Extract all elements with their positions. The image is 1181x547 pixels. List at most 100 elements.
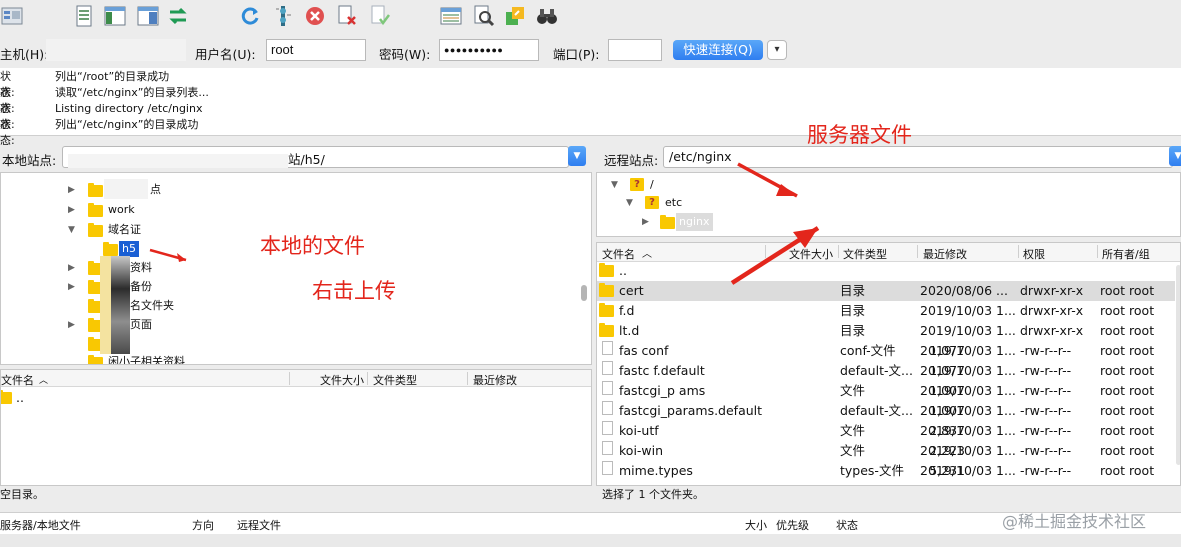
expand-arrow-icon[interactable]: ▶ [68, 181, 75, 199]
file-row[interactable]: mime.types 5,231 types-文件 2019/10/03 1... -r… [597, 461, 1175, 481]
expand-arrow-icon[interactable]: ▶ [68, 259, 75, 277]
file-row[interactable]: f.d 目录 2019/10/03 1... drwxr-xr-x root root [597, 301, 1175, 321]
remote-path-field[interactable]: /etc/nginx [663, 146, 1173, 168]
transfer-queue-icon[interactable] [166, 4, 190, 28]
expand-arrow-icon[interactable]: ▶ [68, 316, 75, 334]
column-header-permissions[interactable]: 权限 [1023, 246, 1045, 262]
column-header-type[interactable]: 文件类型 [373, 372, 417, 388]
port-field[interactable] [608, 39, 662, 61]
collapse-arrow-icon[interactable]: ▼ [611, 176, 618, 194]
tree-item-label: / [650, 178, 654, 191]
host-field[interactable] [46, 39, 186, 61]
local-list-header: 文件名 ︿ 文件大小 文件类型 最近修改 [1, 370, 591, 387]
folder-icon [599, 283, 614, 297]
filter-icon[interactable] [271, 4, 295, 28]
log-message: 列出“/root”的目录成功 [55, 70, 170, 83]
file-modified: 2019/10/03 1... [920, 303, 1016, 318]
username-field[interactable]: root [266, 39, 366, 61]
tree-item[interactable]: ▼ ? etc [597, 194, 797, 212]
tree-item[interactable]: ▶ 点 [1, 181, 201, 199]
tree-item-selected[interactable]: ▶ nginx [597, 213, 797, 231]
remote-path-dropdown[interactable]: ▼ [1169, 146, 1181, 166]
quickconnect-button[interactable]: 快速连接(Q) [673, 40, 763, 60]
local-tree-icon[interactable] [103, 4, 127, 28]
disconnect-icon[interactable] [335, 4, 359, 28]
local-path-field[interactable]: 站/h5/ [62, 146, 569, 168]
queue-column-size[interactable]: 大小 [745, 517, 767, 533]
local-file-list: 文件名 ︿ 文件大小 文件类型 最近修改 .. [0, 369, 592, 486]
file-row[interactable]: lt.d 目录 2019/10/03 1... drwxr-xr-x root root [597, 321, 1175, 341]
directory-listing-icon[interactable] [439, 4, 463, 28]
tree-item-label: h5 [119, 241, 139, 257]
expand-arrow-icon[interactable]: ▶ [642, 213, 649, 231]
file-row[interactable]: .. [597, 261, 1175, 281]
tree-item[interactable]: ▼ 域名证 [1, 221, 201, 239]
log-message: Listing directory /etc/nginx [55, 102, 203, 115]
tree-item-label: nginx [676, 213, 713, 231]
file-row[interactable]: koi-win 2,223 文件 2019/10/03 1... -rw-r--r-- r… [597, 441, 1175, 461]
tree-item-label: etc [665, 196, 683, 209]
site-manager-icon[interactable] [0, 4, 24, 28]
search-icon[interactable] [535, 4, 559, 28]
column-header-modified[interactable]: 最近修改 [923, 246, 967, 262]
tree-item[interactable]: ▼ ? / [597, 176, 797, 194]
expand-arrow-icon[interactable]: ▶ [68, 201, 75, 219]
remote-list-header: 文件名 ︿ 文件大小 文件类型 最近修改 权限 所有者/组 [597, 243, 1180, 262]
message-log-icon[interactable] [72, 4, 96, 28]
file-row[interactable]: fastcgi_p ams 1,007 文件 2019/10/03 1... -rw-r… [597, 381, 1175, 401]
column-header-type[interactable]: 文件类型 [843, 246, 887, 262]
file-row[interactable]: fastc f.default 1,077 default-文... 2019/10/… [597, 361, 1175, 381]
file-modified: 2019/10/03 1... [920, 463, 1016, 478]
cancel-icon[interactable] [303, 4, 327, 28]
tree-scrollbar[interactable] [581, 285, 587, 301]
compare-icon[interactable] [472, 4, 496, 28]
expand-arrow-icon[interactable]: ▶ [68, 278, 75, 296]
file-modified: 2020/08/06 ... [920, 283, 1008, 298]
file-row[interactable]: .. [1, 388, 591, 408]
quickconnect-history-button[interactable]: ▾ [767, 40, 787, 60]
queue-column-direction[interactable]: 方向 [192, 517, 214, 533]
queue-column-priority[interactable]: 优先级 [776, 517, 809, 533]
file-row[interactable]: fas conf 1,077 conf-文件 2019/10/03 1... -rw-r… [597, 341, 1175, 361]
file-type: 目录 [840, 283, 866, 298]
tree-item-label: 页面 [130, 318, 152, 331]
file-modified: 2019/10/03 1... [920, 383, 1016, 398]
queue-column-status[interactable]: 状态 [836, 517, 858, 533]
remote-tree-icon[interactable] [136, 4, 160, 28]
local-path-dropdown[interactable]: ▼ [568, 146, 586, 166]
folder-icon [88, 355, 103, 364]
file-name: lt.d [619, 323, 640, 338]
local-path-text: 站/h5/ [288, 152, 325, 167]
file-icon [602, 401, 613, 415]
refresh-icon[interactable] [238, 4, 262, 28]
reconnect-icon[interactable] [368, 4, 392, 28]
file-owner: root root [1100, 323, 1155, 338]
file-row[interactable]: fastcgi_params.default 1,007 default-文... 2… [597, 401, 1175, 421]
file-row[interactable]: cert 目录 2020/08/06 ... drwxr-xr-x root root [597, 281, 1175, 301]
folder-icon [599, 303, 614, 317]
column-header-name[interactable]: 文件名 [1, 372, 34, 388]
collapse-arrow-icon[interactable]: ▼ [626, 194, 633, 212]
sync-browse-icon[interactable] [503, 4, 527, 28]
file-type: 目录 [840, 303, 866, 318]
password-field[interactable]: ●●●●●●●●●● [439, 39, 539, 61]
port-label: 端口(P): [553, 47, 600, 62]
column-header-name[interactable]: 文件名 [602, 246, 635, 262]
remote-site-label: 远程站点: [604, 153, 659, 168]
column-header-size[interactable]: 文件大小 [320, 372, 364, 388]
column-header-size[interactable]: 文件大小 [789, 246, 833, 262]
file-name: koi-win [619, 443, 664, 458]
queue-column-remote[interactable]: 远程文件 [237, 517, 281, 533]
file-owner: root root [1100, 403, 1155, 418]
file-owner: root root [1100, 383, 1155, 398]
file-row[interactable]: koi-utf 2,837 文件 2019/10/03 1... -rw-r--r-- r… [597, 421, 1175, 441]
column-header-modified[interactable]: 最近修改 [473, 372, 517, 388]
tree-item-label: 点 [150, 183, 161, 196]
tree-item[interactable]: ▶ work [1, 201, 201, 219]
queue-column-file[interactable]: 服务器/本地文件 [0, 517, 81, 533]
collapse-arrow-icon[interactable]: ▼ [68, 221, 75, 239]
tree-item[interactable]: 闲小子相关资料 [1, 353, 201, 364]
file-modified: 2019/10/03 1... [920, 363, 1016, 378]
list-scrollbar[interactable] [1176, 265, 1180, 465]
column-header-owner[interactable]: 所有者/组 [1102, 246, 1150, 262]
